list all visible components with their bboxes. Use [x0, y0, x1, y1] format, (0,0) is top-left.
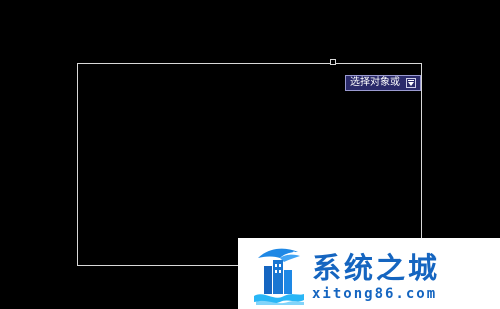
- command-prompt-tooltip: 选择对象或: [345, 75, 421, 91]
- watermark-url: xitong86.com: [312, 286, 438, 302]
- watermark-brand: 系统之城: [312, 251, 441, 285]
- tooltip-text: 选择对象或: [350, 77, 400, 88]
- watermark: 系统之城 xitong86.com: [238, 238, 500, 309]
- options-dropdown-button[interactable]: [406, 78, 416, 88]
- down-arrow-icon: [408, 80, 414, 86]
- city-dragon-logo: [254, 248, 304, 305]
- grip-handle[interactable]: [330, 59, 336, 65]
- rectangle-object[interactable]: [77, 63, 422, 266]
